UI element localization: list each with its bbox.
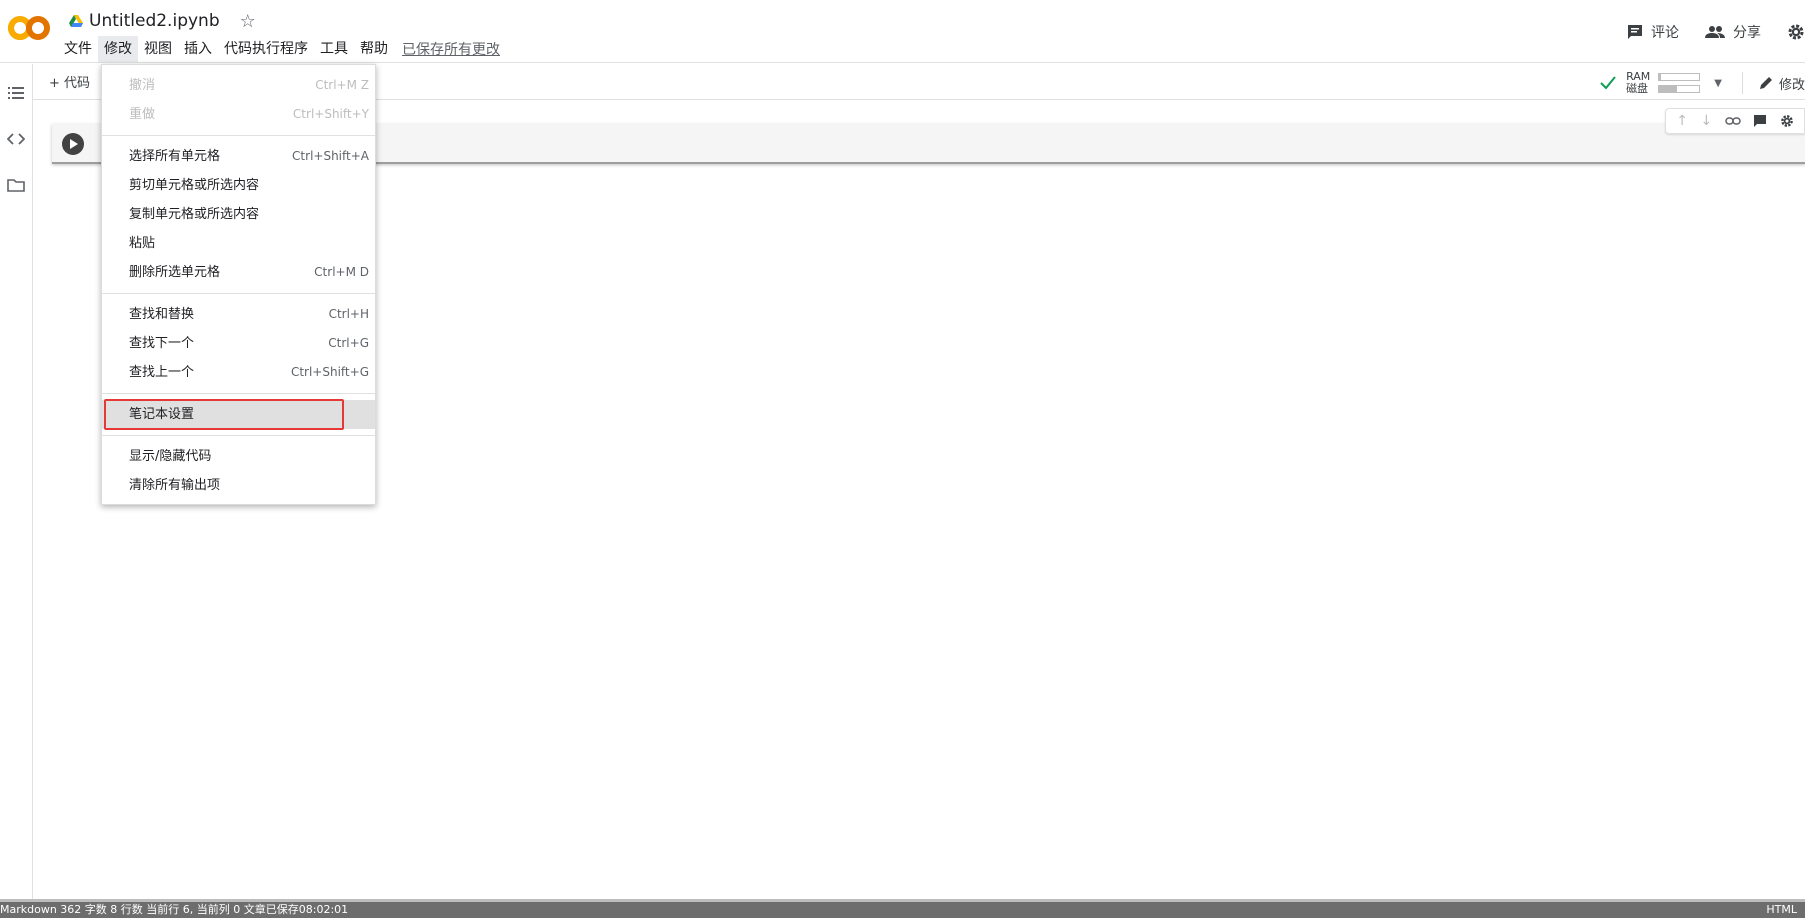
gear-icon	[1788, 24, 1804, 40]
menu-item-copy[interactable]: 复制单元格或所选内容	[102, 200, 375, 229]
menu-tools[interactable]: 工具	[314, 36, 354, 62]
editing-mode-button[interactable]: 修改	[1759, 74, 1805, 93]
menu-item-show-hide-code[interactable]: 显示/隐藏代码	[102, 442, 375, 471]
run-cell-button[interactable]	[62, 133, 84, 155]
status-info: Markdown 362 字数 8 行数 当前行 6, 当前列 0 文章已保存0…	[0, 903, 349, 916]
link-icon[interactable]	[1724, 116, 1741, 126]
cell-settings-icon[interactable]	[1780, 114, 1794, 128]
menu-item-label: 查找下一个	[129, 336, 195, 351]
menu-help[interactable]: 帮助	[354, 36, 394, 62]
google-drive-icon	[69, 14, 83, 27]
menu-item-undo[interactable]: 撤消 Ctrl+M Z	[102, 71, 375, 100]
toolbar-divider	[1741, 72, 1743, 94]
menu-view[interactable]: 视图	[138, 36, 178, 62]
add-code-cell-button[interactable]: + 代码	[49, 72, 90, 91]
move-cell-down-icon[interactable]: ↓	[1700, 113, 1712, 129]
star-icon[interactable]: ☆	[240, 11, 256, 32]
menu-item-shortcut: Ctrl+G	[328, 336, 369, 350]
colab-logo[interactable]	[8, 14, 50, 42]
menu-item-cut[interactable]: 剪切单元格或所选内容	[102, 171, 375, 200]
menu-item-label: 笔记本设置	[129, 407, 195, 422]
saved-status-link[interactable]: 已保存所有更改	[396, 35, 506, 63]
comment-icon	[1628, 25, 1642, 39]
runtime-status: RAM 磁盘 ▼ 修改	[1600, 70, 1805, 96]
people-icon	[1705, 26, 1725, 38]
menubar: 文件 修改 视图 插入 代码执行程序 工具 帮助 已保存所有更改	[58, 36, 506, 62]
cell-toolbar: ↑ ↓	[1665, 108, 1805, 134]
comment-label: 评论	[1651, 25, 1679, 41]
menu-insert[interactable]: 插入	[178, 36, 218, 62]
menu-item-label: 清除所有输出项	[129, 478, 221, 493]
menu-item-select-all-cells[interactable]: 选择所有单元格 Ctrl+Shift+A	[102, 142, 375, 171]
menu-separator	[102, 393, 375, 394]
ram-usage-bar	[1658, 73, 1701, 81]
ram-usage-fill	[1659, 74, 1662, 80]
menu-item-shortcut: Ctrl+Shift+Y	[292, 107, 369, 121]
resource-labels[interactable]: RAM 磁盘	[1626, 71, 1650, 95]
menu-item-label: 删除所选单元格	[129, 265, 221, 280]
settings-button[interactable]	[1787, 23, 1805, 41]
resource-dropdown-icon[interactable]: ▼	[1714, 78, 1722, 89]
share-button[interactable]: 分享	[1705, 22, 1761, 42]
menu-item-label: 粘贴	[129, 236, 156, 251]
notebook-file-name[interactable]: Untitled2.ipynb	[89, 11, 220, 31]
menu-separator	[102, 435, 375, 436]
comment-button[interactable]: 评论	[1627, 22, 1679, 42]
header-actions: 评论 分享	[1627, 18, 1805, 46]
menu-item-label: 查找上一个	[129, 365, 195, 380]
editor-status-bar: Markdown 362 字数 8 行数 当前行 6, 当前列 0 文章已保存0…	[0, 902, 1805, 918]
disk-label: 磁盘	[1626, 82, 1649, 95]
menu-item-redo[interactable]: 重做 Ctrl+Shift+Y	[102, 100, 375, 129]
menu-item-find-replace[interactable]: 查找和替换 Ctrl+H	[102, 300, 375, 329]
menu-file[interactable]: 文件	[58, 36, 98, 62]
menu-item-find-next[interactable]: 查找下一个 Ctrl+G	[102, 329, 375, 358]
resource-bars[interactable]	[1658, 73, 1701, 93]
menu-item-notebook-settings[interactable]: 笔记本设置	[102, 399, 375, 430]
status-mode: HTML	[1766, 903, 1797, 916]
menu-item-find-previous[interactable]: 查找上一个 Ctrl+Shift+G	[102, 358, 375, 387]
app-header: Untitled2.ipynb ☆ 文件 修改 视图 插入 代码执行程序 工具 …	[0, 0, 1805, 63]
menu-runtime[interactable]: 代码执行程序	[218, 36, 314, 62]
left-sidebar	[0, 64, 33, 900]
table-of-contents-icon[interactable]	[7, 84, 25, 102]
menu-item-shortcut: Ctrl+Shift+G	[290, 365, 369, 379]
menu-item-label: 重做	[129, 107, 156, 122]
menu-item-label: 撤消	[129, 78, 156, 93]
menu-item-paste[interactable]: 粘贴	[102, 229, 375, 258]
menu-item-shortcut: Ctrl+Shift+A	[292, 149, 369, 163]
menu-separator	[102, 135, 375, 136]
pencil-icon	[1759, 77, 1772, 89]
menu-item-label: 选择所有单元格	[129, 149, 221, 164]
menu-edit[interactable]: 修改	[98, 36, 138, 62]
code-snippets-icon[interactable]	[7, 130, 25, 148]
menu-separator	[102, 293, 375, 294]
menu-item-delete-cells[interactable]: 删除所选单元格 Ctrl+M D	[102, 258, 375, 287]
menu-item-shortcut: Ctrl+M D	[314, 265, 369, 279]
menu-item-label: 复制单元格或所选内容	[129, 207, 260, 222]
menu-item-shortcut: Ctrl+H	[328, 307, 369, 321]
edit-menu-dropdown: 撤消 Ctrl+M Z 重做 Ctrl+Shift+Y 选择所有单元格 Ctrl…	[101, 64, 376, 505]
menu-item-label: 查找和替换	[129, 307, 195, 322]
folder-icon[interactable]	[7, 176, 25, 194]
disk-usage-fill	[1659, 86, 1678, 92]
disk-usage-bar	[1658, 85, 1701, 93]
connected-check-icon	[1600, 76, 1616, 90]
share-label: 分享	[1733, 25, 1761, 41]
move-cell-up-icon[interactable]: ↑	[1676, 113, 1688, 129]
menu-item-label: 剪切单元格或所选内容	[129, 178, 260, 193]
add-comment-icon[interactable]	[1753, 114, 1767, 128]
menu-item-shortcut: Ctrl+M Z	[315, 78, 369, 92]
menu-item-clear-all-outputs[interactable]: 清除所有输出项	[102, 471, 375, 500]
file-title-area: Untitled2.ipynb ☆	[69, 9, 256, 33]
menu-item-label: 显示/隐藏代码	[129, 449, 212, 464]
editing-mode-label: 修改	[1778, 77, 1805, 93]
